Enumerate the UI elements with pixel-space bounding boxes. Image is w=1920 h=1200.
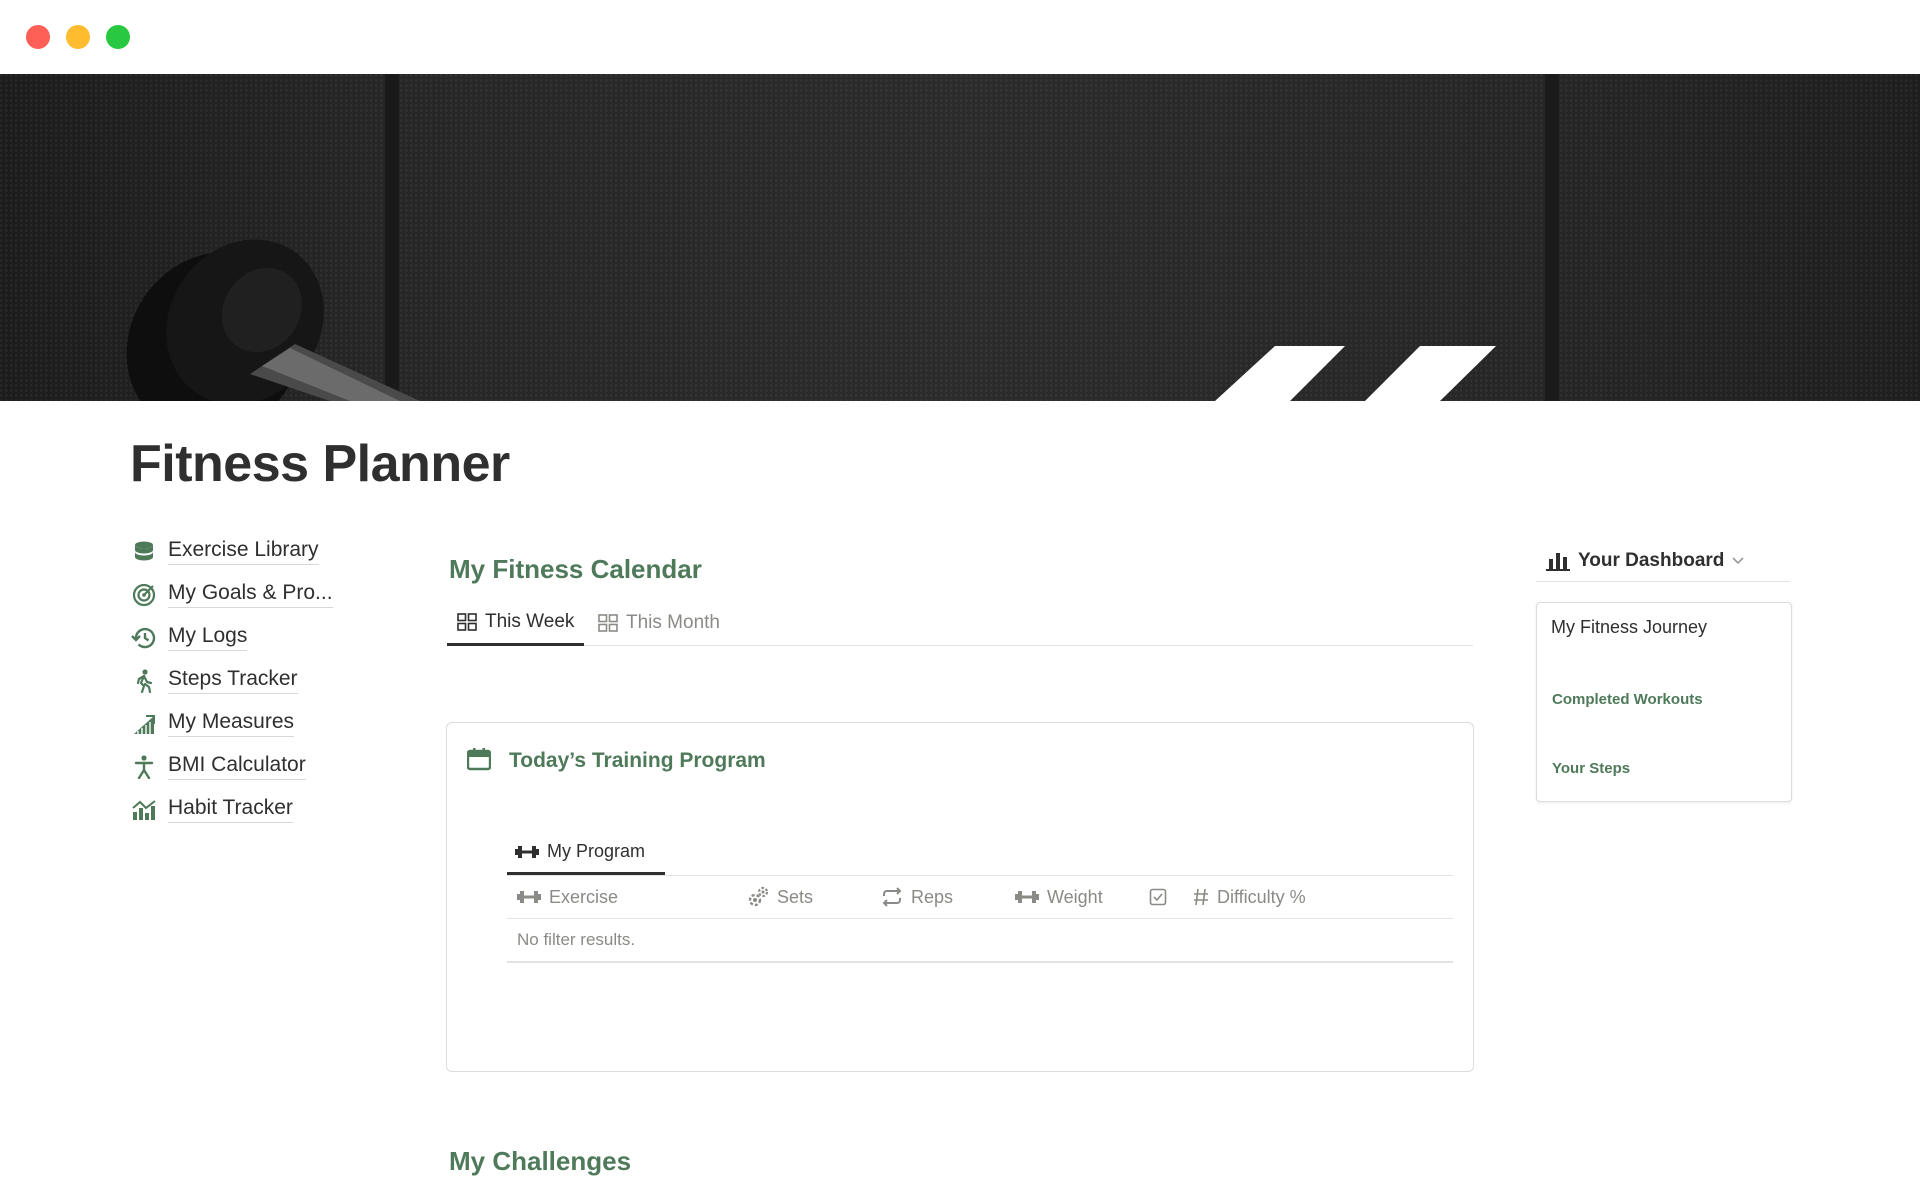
column-label: Difficulty %: [1217, 886, 1306, 907]
maximize-window-button[interactable]: [106, 25, 130, 49]
dumbbell-icon: [515, 845, 539, 858]
nav-item-exercise-library[interactable]: Exercise Library: [130, 530, 360, 573]
number-icon: [1194, 888, 1208, 906]
target-icon: [130, 581, 158, 609]
nav-item-label: My Goals & Pro...: [168, 581, 333, 608]
database-icon: [130, 538, 158, 566]
completed-workouts-link[interactable]: Completed Workouts: [1552, 691, 1703, 708]
nav-item-label: Exercise Library: [168, 538, 319, 565]
person-icon: [130, 753, 158, 781]
tab-label: My Program: [547, 841, 646, 861]
calendar-view-tabs: This Week This Month: [447, 600, 1473, 646]
challenges-section-title: My Challenges: [449, 1146, 632, 1176]
nav-item-goals[interactable]: My Goals & Pro...: [130, 573, 360, 616]
column-header-weight[interactable]: Weight: [1005, 875, 1139, 919]
column-header-exercise[interactable]: Exercise: [507, 875, 737, 919]
page-title: Fitness Planner: [130, 435, 510, 493]
chevron-down-icon: [1732, 556, 1744, 564]
repeat-icon: [882, 887, 902, 907]
column-label: Sets: [777, 886, 814, 907]
fitness-journey-title: My Fitness Journey: [1551, 617, 1708, 637]
cover-image: [0, 74, 1920, 401]
stripe-2: [1365, 346, 1496, 401]
table-header: Exercise Sets Reps Weight Difficulty %: [507, 875, 1453, 919]
nav-item-measures[interactable]: My Measures: [130, 702, 360, 745]
window-titlebar: [0, 0, 1920, 74]
calendar-icon: [466, 747, 492, 776]
stripe-1: [1215, 346, 1345, 401]
nav-item-label: My Measures: [168, 710, 295, 737]
dumbbell-graphic: [126, 239, 420, 401]
your-steps-link[interactable]: Your Steps: [1552, 760, 1630, 777]
minimize-window-button[interactable]: [66, 25, 90, 49]
nav-item-label: Habit Tracker: [168, 796, 293, 823]
nav-item-steps-tracker[interactable]: Steps Tracker: [130, 659, 360, 702]
history-icon: [130, 624, 158, 652]
nav-item-label: Steps Tracker: [168, 667, 298, 694]
gallery-icon: [457, 612, 477, 631]
checkbox-icon: [1149, 888, 1167, 906]
empty-results-row: No filter results.: [507, 919, 1453, 963]
tab-this-week[interactable]: This Week: [447, 600, 585, 646]
bar-trend-icon: [130, 796, 158, 824]
column-header-done[interactable]: [1139, 875, 1183, 919]
tab-label: This Month: [626, 612, 720, 633]
dashboard-toggle[interactable]: Your Dashboard: [1536, 540, 1790, 582]
training-program-title: Today’s Training Program: [509, 749, 766, 772]
chart-up-icon: [130, 710, 158, 738]
nav-item-label: My Logs: [168, 624, 248, 651]
nav-item-label: BMI Calculator: [168, 753, 306, 780]
tab-my-program[interactable]: My Program: [507, 831, 665, 875]
nav-item-bmi-calculator[interactable]: BMI Calculator: [130, 745, 360, 788]
calendar-section-title: My Fitness Calendar: [449, 554, 702, 584]
column-header-sets[interactable]: Sets: [737, 875, 871, 919]
training-program-card: Today’s Training Program My Program Exer…: [446, 722, 1474, 1072]
close-window-button[interactable]: [26, 25, 50, 49]
nav-item-logs[interactable]: My Logs: [130, 616, 360, 659]
gallery-icon: [598, 614, 618, 632]
tab-this-month[interactable]: This Month: [588, 600, 730, 646]
dashboard-label: Your Dashboard: [1578, 549, 1725, 571]
nav-item-habit-tracker[interactable]: Habit Tracker: [130, 788, 360, 831]
column-label: Reps: [911, 886, 954, 907]
program-table: Exercise Sets Reps Weight Difficulty % N…: [507, 875, 1453, 963]
walking-icon: [130, 667, 158, 695]
column-label: Weight: [1047, 886, 1103, 907]
column-header-difficulty[interactable]: Difficulty %: [1183, 875, 1383, 919]
column-header-reps[interactable]: Reps: [871, 875, 1005, 919]
tab-label: This Week: [485, 610, 575, 632]
gears-icon: [748, 886, 769, 907]
sidebar-nav: Exercise Library My Goals & Pro... My Lo…: [130, 530, 360, 831]
column-label: Exercise: [549, 886, 619, 907]
dumbbell-icon: [517, 891, 541, 903]
dumbbell-icon: [1015, 891, 1039, 903]
fitness-journey-card: My Fitness Journey Completed Workouts Yo…: [1536, 602, 1792, 802]
cover-illustration: [126, 74, 1559, 401]
bar-chart-icon: [1546, 552, 1570, 571]
